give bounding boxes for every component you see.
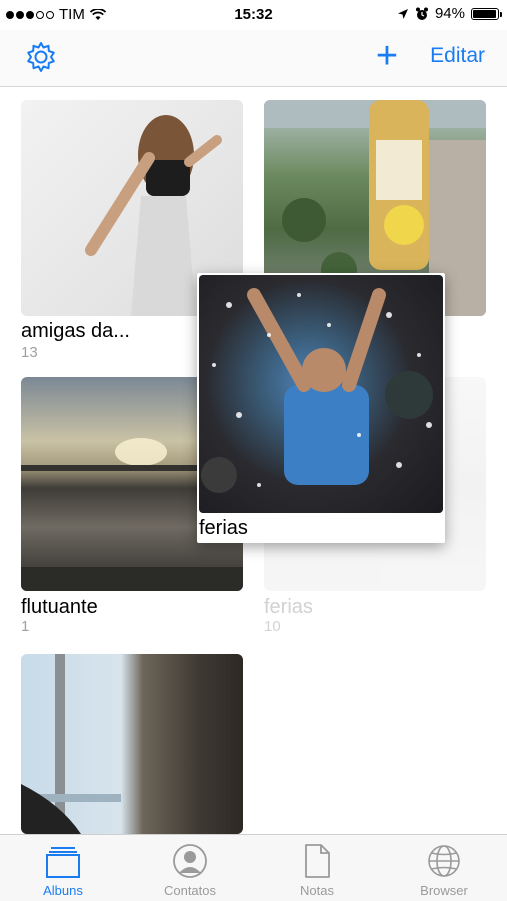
album-count: 13 xyxy=(21,344,38,361)
note-icon xyxy=(305,844,330,878)
status-bar: TIM 15:32 94% xyxy=(0,0,507,30)
alarm-clock-icon xyxy=(415,7,428,20)
tab-label: Albuns xyxy=(43,883,83,898)
location-arrow-icon xyxy=(397,8,408,19)
gear-icon[interactable] xyxy=(24,40,58,74)
tab-label: Contatos xyxy=(163,883,217,898)
navigation-bar: + Editar xyxy=(0,30,507,87)
tab-browser[interactable]: Browser xyxy=(381,835,507,901)
battery-percent: 94% xyxy=(434,5,465,22)
album-thumbnail[interactable] xyxy=(199,275,443,513)
album-count: 10 xyxy=(264,618,281,635)
tab-albuns[interactable]: Albuns xyxy=(0,835,126,901)
tab-bar: Albuns Contatos Notas Browser xyxy=(0,834,507,901)
albums-icon xyxy=(46,847,80,878)
battery-icon xyxy=(471,7,502,20)
add-album-button[interactable]: + xyxy=(372,37,402,75)
album-title: ferias xyxy=(264,596,313,618)
album-title: amigas da... xyxy=(21,320,130,342)
edit-button[interactable]: Editar xyxy=(430,44,485,68)
contact-icon xyxy=(173,844,207,878)
dragged-album-title: ferias xyxy=(199,517,248,539)
album-thumbnail[interactable] xyxy=(21,654,243,834)
tab-notas[interactable]: Notas xyxy=(254,835,380,901)
tab-label: Notas xyxy=(300,883,334,898)
album-title: flutuante xyxy=(21,596,98,618)
tab-label: Browser xyxy=(420,883,468,898)
globe-icon xyxy=(428,845,460,877)
album-count: 1 xyxy=(21,618,30,635)
tab-contatos[interactable]: Contatos xyxy=(127,835,253,901)
dragged-album[interactable]: ferias xyxy=(197,273,445,543)
status-right: 94% xyxy=(397,5,502,22)
